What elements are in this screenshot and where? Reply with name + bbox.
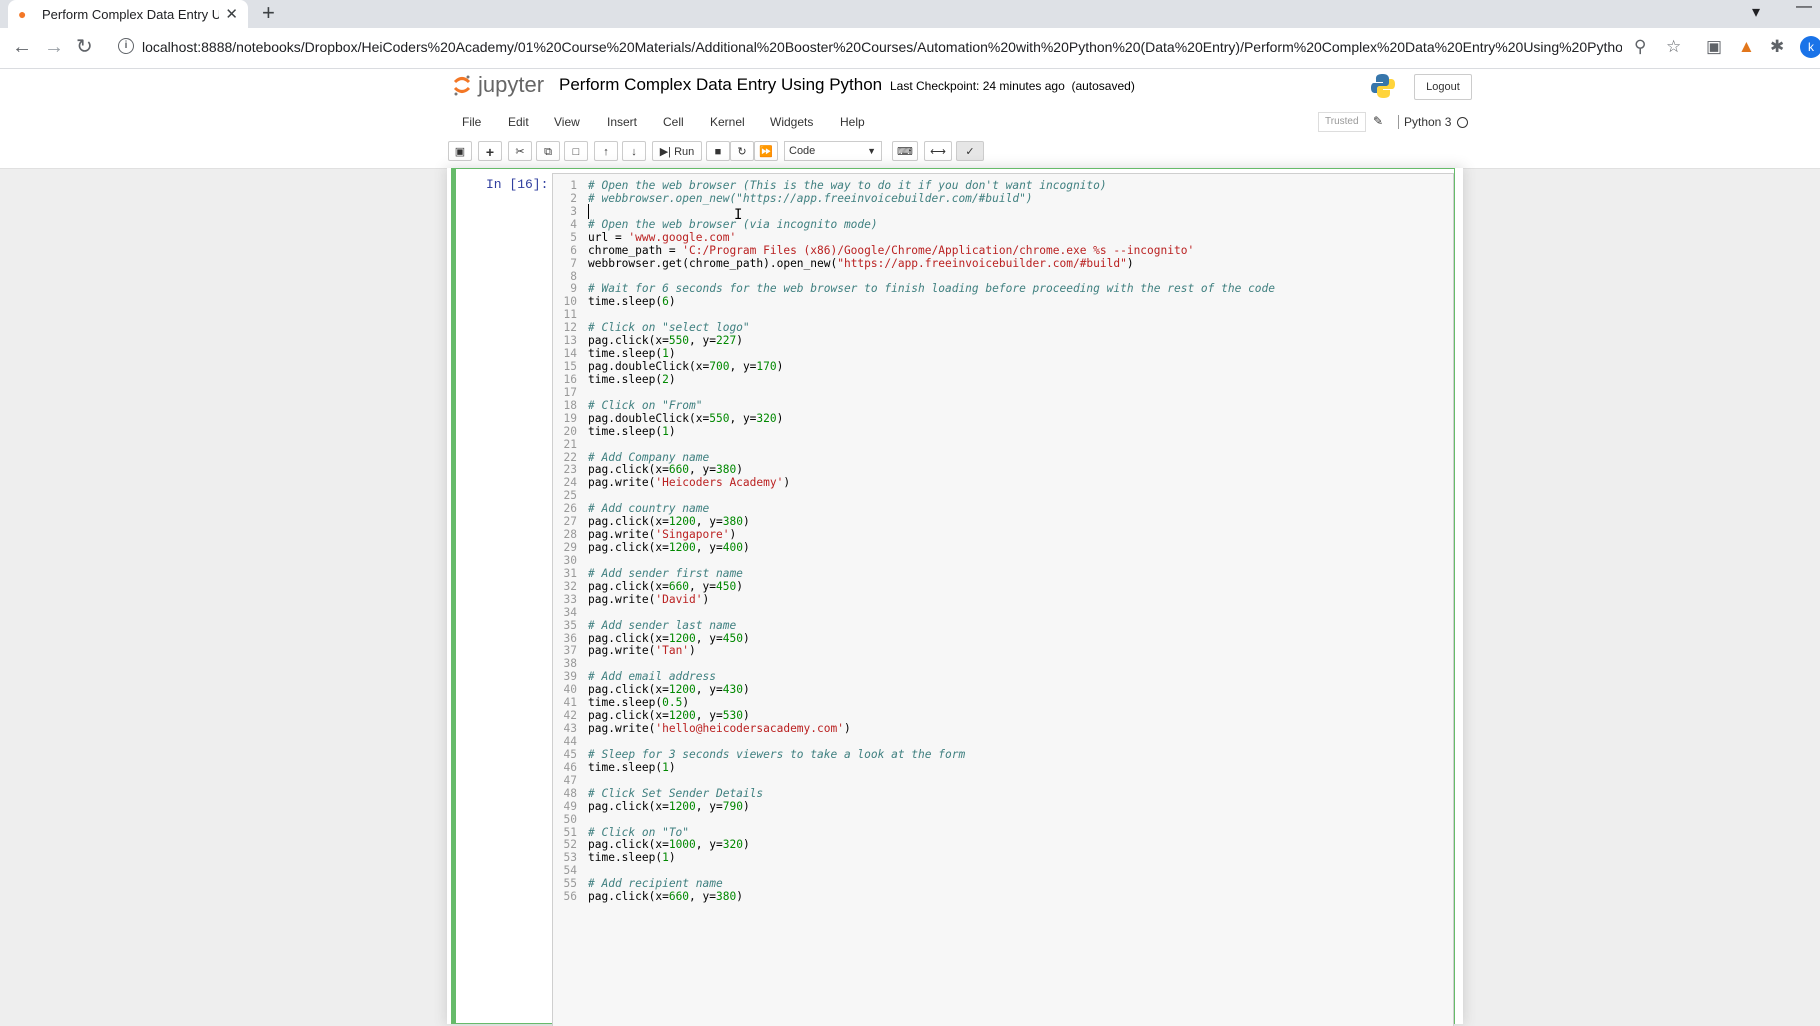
notebook-toolbar: ▣ + ✂ ⧉ □ ↑ ↓ ▶| Run ■ ↻ ⏩ Code ▼ ⌨ ⟷ ✓ bbox=[0, 139, 1820, 169]
jupyter-logo[interactable]: jupyter bbox=[452, 72, 544, 98]
code-cell[interactable]: In [16]: 1 # Open the web browser (This i… bbox=[451, 168, 1455, 1026]
jupyter-logo-text: jupyter bbox=[478, 72, 545, 97]
zoom-icon[interactable]: ⚲ bbox=[1634, 37, 1646, 57]
run-icon: ▶| bbox=[659, 146, 672, 158]
line-number: 56 bbox=[563, 890, 577, 904]
python-logo-icon bbox=[1370, 73, 1396, 99]
split-cell-icon[interactable]: ⟷ bbox=[924, 141, 952, 161]
jupyter-header: jupyter Perform Complex Data Entry Using… bbox=[0, 69, 1820, 107]
tab-search-icon[interactable]: ▾ bbox=[1752, 2, 1760, 22]
cast-icon[interactable]: ▣ bbox=[1706, 37, 1722, 57]
url-field[interactable]: localhost:8888/notebooks/Dropbox/HeiCode… bbox=[142, 39, 1622, 55]
tab-title: Perform Complex Data Entry Usi bbox=[42, 6, 220, 22]
restart-run-all-icon[interactable]: ⏩ bbox=[754, 141, 778, 161]
save-icon[interactable]: ▣ bbox=[448, 141, 472, 161]
autosave-text: (autosaved) bbox=[1071, 79, 1135, 93]
move-up-icon[interactable]: ↑ bbox=[594, 141, 618, 161]
insert-cell-below-icon[interactable]: + bbox=[478, 141, 502, 161]
menu-view[interactable]: View bbox=[554, 115, 580, 129]
kernel-name[interactable]: Python 3 bbox=[1398, 115, 1451, 129]
menu-widgets[interactable]: Widgets bbox=[770, 115, 813, 129]
close-tab-icon[interactable]: ✕ bbox=[225, 5, 238, 23]
paste-icon[interactable]: □ bbox=[564, 141, 588, 161]
metamask-extension-icon[interactable]: ▲ bbox=[1738, 37, 1755, 57]
input-prompt: In [16]: bbox=[486, 177, 549, 192]
menu-kernel[interactable]: Kernel bbox=[710, 115, 745, 129]
trusted-badge[interactable]: Trusted bbox=[1318, 112, 1366, 132]
code-editor[interactable]: 1 # Open the web browser (This is the way… bbox=[552, 173, 1454, 1026]
jupyter-logo-icon bbox=[452, 73, 472, 97]
menubar-row: File Edit View Insert Cell Kernel Widget… bbox=[0, 107, 1820, 139]
reload-icon[interactable]: ↻ bbox=[76, 36, 93, 58]
checkpoint-status: Last Checkpoint: 24 minutes ago (autosav… bbox=[890, 79, 1135, 93]
move-down-icon[interactable]: ↓ bbox=[622, 141, 646, 161]
back-icon[interactable]: ← bbox=[12, 36, 32, 58]
notebook-container: In [16]: 1 # Open the web browser (This i… bbox=[447, 168, 1463, 1026]
code-line[interactable]: 56 pag.click(x=660, y=380) bbox=[553, 889, 1451, 904]
logout-button[interactable]: Logout bbox=[1414, 74, 1472, 100]
cut-icon[interactable]: ✂ bbox=[508, 141, 532, 161]
kernel-idle-indicator-icon bbox=[1457, 117, 1468, 128]
forward-icon[interactable]: → bbox=[44, 36, 64, 58]
menu-help[interactable]: Help bbox=[840, 115, 865, 129]
menu-edit[interactable]: Edit bbox=[508, 115, 529, 129]
run-label: Run bbox=[674, 146, 695, 158]
browser-tab-bar: ● Perform Complex Data Entry Usi ✕ + ▾ — bbox=[0, 0, 1820, 28]
command-palette-keyboard-icon[interactable]: ⌨ bbox=[892, 141, 918, 161]
line-text: pag.click(x=660, y=380) bbox=[588, 890, 743, 904]
profile-avatar[interactable]: k bbox=[1800, 36, 1820, 58]
jupyter-favicon-icon: ● bbox=[18, 6, 27, 22]
mouse-ibeam-cursor-icon: I bbox=[734, 207, 743, 223]
checkmark-icon[interactable]: ✓ bbox=[956, 141, 984, 161]
menu-file[interactable]: File bbox=[462, 115, 481, 129]
checkpoint-text: Last Checkpoint: 24 minutes ago bbox=[890, 79, 1065, 93]
edit-mode-pencil-icon: ✎ bbox=[1373, 114, 1384, 128]
restart-icon[interactable]: ↻ bbox=[730, 141, 754, 161]
address-bar-row: ← → ↻ i localhost:8888/notebooks/Dropbox… bbox=[0, 28, 1820, 69]
new-tab-button[interactable]: + bbox=[262, 1, 275, 25]
menu-insert[interactable]: Insert bbox=[607, 115, 637, 129]
cell-type-select[interactable]: Code ▼ bbox=[784, 141, 882, 161]
cell-type-value: Code bbox=[789, 145, 816, 157]
interrupt-icon[interactable]: ■ bbox=[706, 141, 730, 161]
bookmark-star-icon[interactable]: ☆ bbox=[1666, 37, 1681, 57]
browser-tab[interactable]: ● Perform Complex Data Entry Usi ✕ bbox=[8, 0, 248, 28]
chevron-down-icon: ▼ bbox=[867, 146, 876, 156]
site-info-icon[interactable]: i bbox=[118, 38, 134, 54]
minimize-icon[interactable]: — bbox=[1796, 0, 1812, 16]
notebook-title[interactable]: Perform Complex Data Entry Using Python bbox=[559, 75, 882, 95]
menu-cell[interactable]: Cell bbox=[663, 115, 684, 129]
extensions-icon[interactable]: ✱ bbox=[1770, 37, 1784, 57]
copy-icon[interactable]: ⧉ bbox=[536, 141, 560, 161]
run-button[interactable]: ▶| Run bbox=[652, 141, 702, 161]
